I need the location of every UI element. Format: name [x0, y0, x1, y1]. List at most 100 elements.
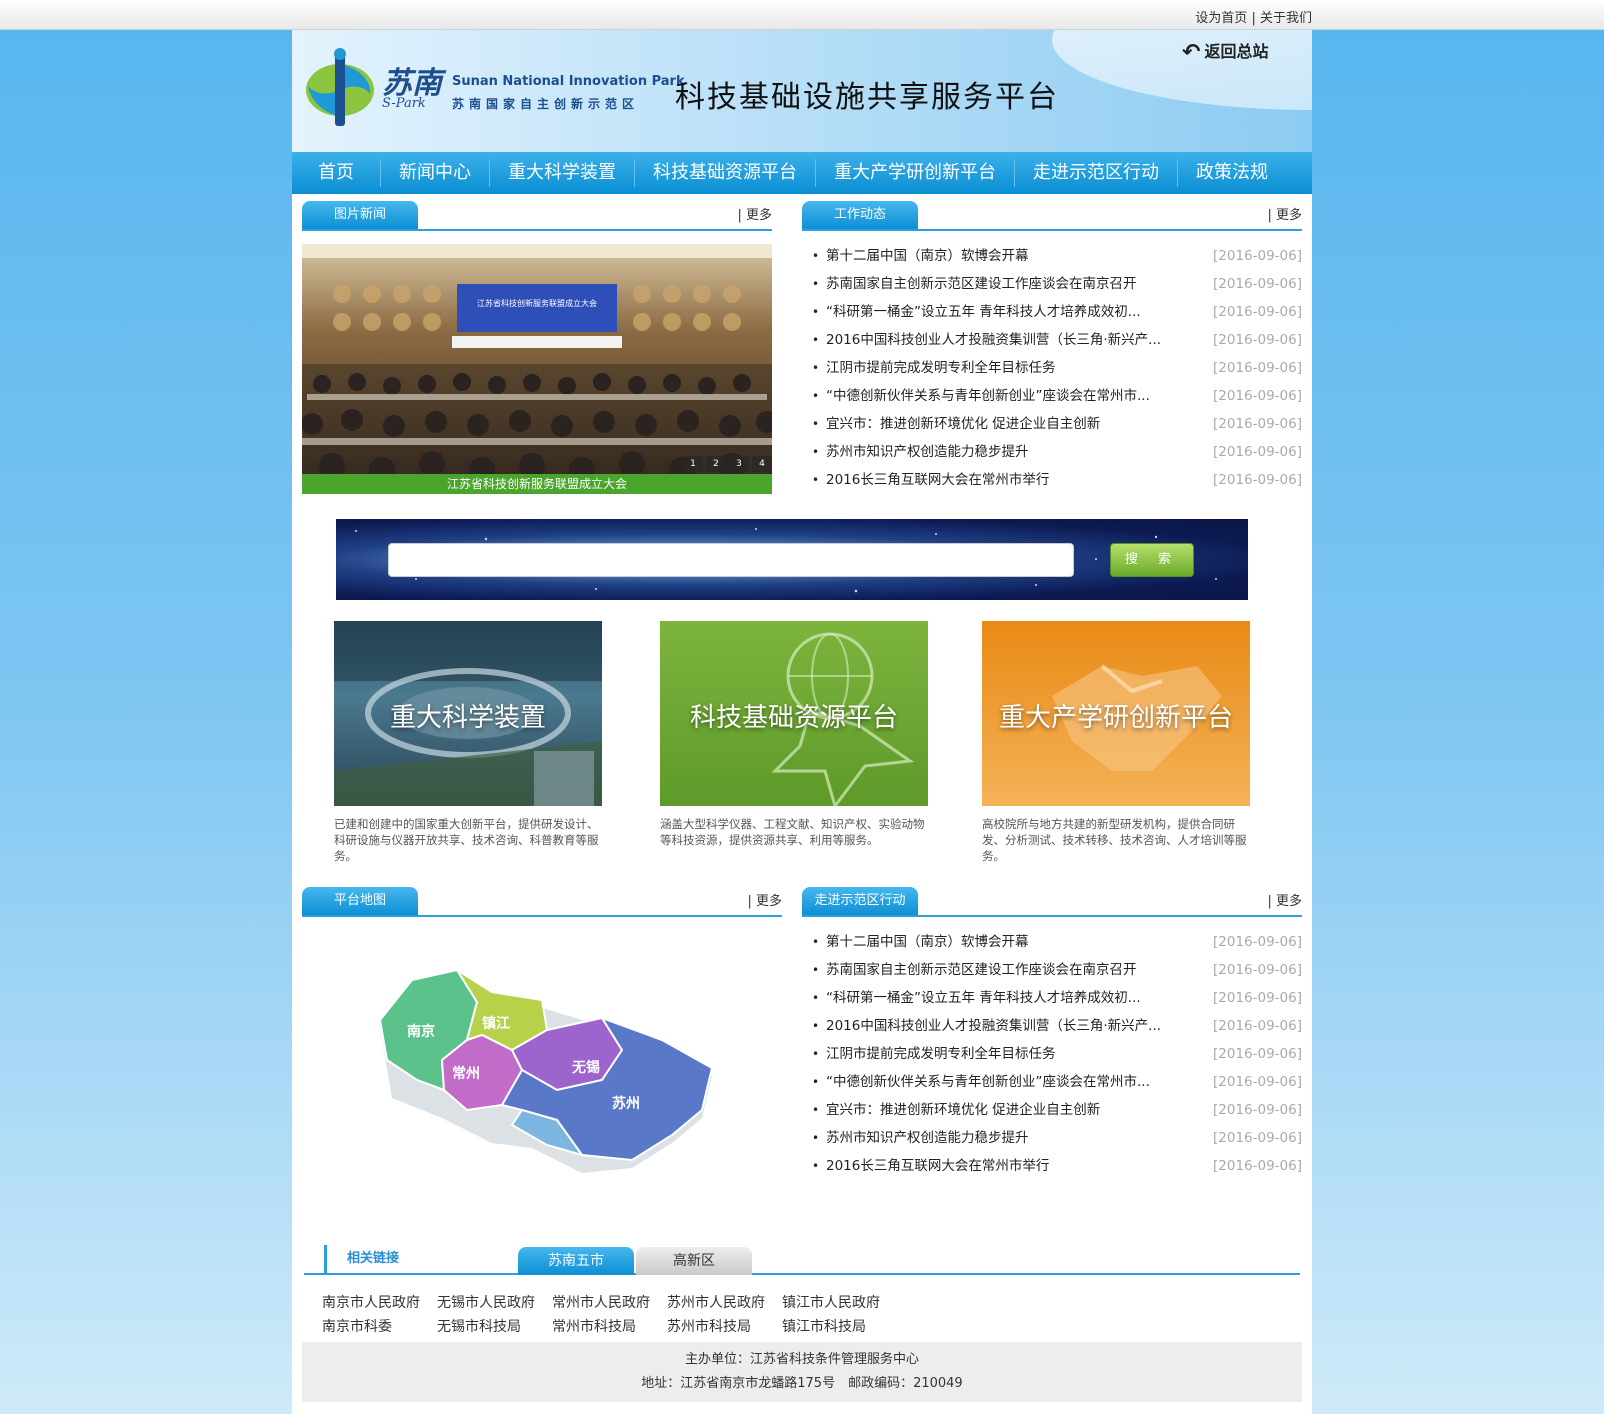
back-label: 返回总站 [1204, 42, 1269, 61]
map-label-suzhou: 苏州 [612, 1095, 640, 1112]
news-date: [2016-09-06] [1213, 360, 1302, 376]
link-suzhou-gov[interactable]: 苏州市人民政府 [667, 1292, 782, 1312]
news-date: [2016-09-06] [1213, 1018, 1302, 1034]
feature-card-innovation-platform[interactable]: 重大产学研创新平台 [982, 621, 1250, 806]
news-title[interactable]: 2016中国科技创业人才投融资集训营（长三角·新兴产... [826, 326, 1176, 354]
link-changzhou-science[interactable]: 常州市科技局 [552, 1316, 667, 1336]
link-nanjing-gov[interactable]: 南京市人民政府 [322, 1292, 437, 1312]
picture-news-header: 图片新闻 | 更多 [302, 201, 772, 231]
work-news-more-link[interactable]: | 更多 [1267, 204, 1302, 223]
nav-demo-zone-action[interactable]: 走进示范区行动 [1015, 159, 1178, 187]
nav-science-facility[interactable]: 重大科学装置 [490, 159, 635, 187]
map-label-zhenjiang: 镇江 [482, 1015, 510, 1032]
platform-map-more-link[interactable]: | 更多 [747, 890, 782, 909]
logo-english: Sunan National Innovation Park [452, 74, 685, 89]
nav-home[interactable]: 首页 [292, 159, 381, 187]
main-nav: 首页 新闻中心 重大科学装置 科技基础资源平台 重大产学研创新平台 走进示范区行… [292, 152, 1312, 194]
nav-resource-platform[interactable]: 科技基础资源平台 [635, 159, 816, 187]
site-header: 苏南 S-Park Sunan National Innovation Park… [292, 30, 1312, 152]
news-date: [2016-09-06] [1213, 1158, 1302, 1174]
feature-card-resource-platform[interactable]: 科技基础资源平台 [660, 621, 928, 806]
action-news-more-link[interactable]: | 更多 [1267, 890, 1302, 909]
news-title[interactable]: 江阴市提前完成发明专利全年目标任务 [826, 1040, 1176, 1068]
nav-innovation-platform[interactable]: 重大产学研创新平台 [816, 159, 1015, 187]
tab-sunan-five-cities[interactable]: 苏南五市 [518, 1247, 634, 1275]
footer-address: 地址：江苏省南京市龙蟠路175号 邮政编码：210049 [641, 1376, 963, 1391]
news-title[interactable]: “中德创新伙伴关系与青年创新创业”座谈会在常州市... [826, 382, 1176, 410]
tab-high-tech-zone[interactable]: 高新区 [636, 1247, 752, 1275]
news-title[interactable]: 宜兴市：推进创新环境优化 促进企业自主创新 [826, 410, 1176, 438]
news-date: [2016-09-06] [1213, 990, 1302, 1006]
news-title[interactable]: “科研第一桶金”设立五年 青年科技人才培养成效初... [826, 984, 1176, 1012]
news-title[interactable]: 宜兴市：推进创新环境优化 促进企业自主创新 [826, 1096, 1176, 1124]
link-wuxi-science[interactable]: 无锡市科技局 [437, 1316, 552, 1336]
news-date: [2016-09-06] [1213, 304, 1302, 320]
back-arrow-icon: ↶ [1182, 40, 1201, 65]
news-date: [2016-09-06] [1213, 416, 1302, 432]
pager-dot-4[interactable]: 4 [752, 456, 772, 472]
pager-dot-3[interactable]: 3 [729, 456, 749, 472]
platform-map-tab[interactable]: 平台地图 [302, 887, 418, 915]
work-news-tab[interactable]: 工作动态 [802, 201, 918, 229]
news-title[interactable]: 苏州市知识产权创造能力稳步提升 [826, 438, 1176, 466]
picture-news-more-link[interactable]: | 更多 [737, 204, 772, 223]
feature-card-label: 重大产学研创新平台 [998, 703, 1233, 733]
news-title[interactable]: 2016长三角互联网大会在常州市举行 [826, 466, 1176, 494]
list-item: “科研第一桶金”设立五年 青年科技人才培养成效初... [2016-09-06] [812, 298, 1302, 326]
news-title[interactable]: 苏南国家自主创新示范区建设工作座谈会在南京召开 [826, 956, 1176, 984]
list-item: 2016长三角互联网大会在常州市举行 [2016-09-06] [812, 466, 1302, 494]
list-item: 江阴市提前完成发明专利全年目标任务 [2016-09-06] [812, 1040, 1302, 1068]
feature-desc: 涵盖大型科学仪器、工程文献、知识产权、实验动物等科技资源，提供资源共享、利用等服… [660, 817, 925, 847]
feature-card-label: 重大科学装置 [389, 703, 546, 733]
list-item: 江阴市提前完成发明专利全年目标任务 [2016-09-06] [812, 354, 1302, 382]
news-title[interactable]: 2016中国科技创业人才投融资集训营（长三角·新兴产... [826, 1012, 1176, 1040]
set-home-link[interactable]: 设为首页 [1195, 11, 1247, 26]
search-input[interactable] [388, 543, 1074, 577]
link-suzhou-science[interactable]: 苏州市科技局 [667, 1316, 782, 1336]
about-link[interactable]: 关于我们 [1260, 11, 1312, 26]
search-banner: 搜 索 [336, 519, 1248, 600]
link-changzhou-gov[interactable]: 常州市人民政府 [552, 1292, 667, 1312]
news-title[interactable]: 江阴市提前完成发明专利全年目标任务 [826, 354, 1176, 382]
nav-policy[interactable]: 政策法规 [1178, 159, 1286, 187]
news-title[interactable]: 第十二届中国（南京）软博会开幕 [826, 242, 1176, 270]
news-title[interactable]: 苏南国家自主创新示范区建设工作座谈会在南京召开 [826, 270, 1176, 298]
link-zhenjiang-science[interactable]: 镇江市科技局 [782, 1316, 897, 1336]
news-title[interactable]: 2016长三角互联网大会在常州市举行 [826, 1152, 1176, 1180]
news-date: [2016-09-06] [1213, 472, 1302, 488]
picture-news-caption[interactable]: 江苏省科技创新服务联盟成立大会 [302, 474, 772, 494]
feature-card-science-facility[interactable]: 重大科学装置 [334, 621, 602, 806]
site-footer: 主办单位：江苏省科技条件管理服务中心 地址：江苏省南京市龙蟠路175号 邮政编码… [302, 1342, 1302, 1402]
work-news-list: 第十二届中国（南京）软博会开幕 [2016-09-06] 苏南国家自主创新示范区建… [812, 242, 1302, 494]
top-bar: 设为首页 | 关于我们 [0, 0, 1604, 30]
news-title[interactable]: “中德创新伙伴关系与青年创新创业”座谈会在常州市... [826, 1068, 1176, 1096]
map-label-nanjing: 南京 [407, 1023, 435, 1040]
list-item: 宜兴市：推进创新环境优化 促进企业自主创新 [2016-09-06] [812, 410, 1302, 438]
list-item: “科研第一桶金”设立五年 青年科技人才培养成效初... [2016-09-06] [812, 984, 1302, 1012]
links-row-government: 南京市人民政府 无锡市人民政府 常州市人民政府 苏州市人民政府 镇江市人民政府 [322, 1292, 897, 1312]
list-item: 苏南国家自主创新示范区建设工作座谈会在南京召开 [2016-09-06] [812, 956, 1302, 984]
link-wuxi-gov[interactable]: 无锡市人民政府 [437, 1292, 552, 1312]
search-button[interactable]: 搜 索 [1110, 543, 1194, 577]
news-date: [2016-09-06] [1213, 1046, 1302, 1062]
link-nanjing-science[interactable]: 南京市科委 [322, 1316, 437, 1336]
site-title: 科技基础设施共享服务平台 [675, 80, 1059, 115]
news-title[interactable]: 苏州市知识产权创造能力稳步提升 [826, 1124, 1176, 1152]
feature-desc: 已建和创建中的国家重大创新平台，提供研发设计、科研设施与仪器开放共享、技术咨询、… [334, 817, 599, 863]
news-title[interactable]: 第十二届中国（南京）软博会开幕 [826, 928, 1176, 956]
picture-news-tab[interactable]: 图片新闻 [302, 201, 418, 229]
back-to-main-button[interactable]: ↶ 返回总站 [1182, 38, 1268, 65]
action-news-tab[interactable]: 走进示范区行动 [802, 887, 918, 915]
links-row-science: 南京市科委 无锡市科技局 常州市科技局 苏州市科技局 镇江市科技局 [322, 1316, 897, 1336]
list-item: 宜兴市：推进创新环境优化 促进企业自主创新 [2016-09-06] [812, 1096, 1302, 1124]
related-links-header: 相关链接 苏南五市 高新区 [304, 1243, 1300, 1275]
list-item: 苏州市知识产权创造能力稳步提升 [2016-09-06] [812, 1124, 1302, 1152]
news-date: [2016-09-06] [1213, 962, 1302, 978]
news-date: [2016-09-06] [1213, 248, 1302, 264]
nav-news-center[interactable]: 新闻中心 [381, 159, 490, 187]
link-zhenjiang-gov[interactable]: 镇江市人民政府 [782, 1292, 897, 1312]
pager-dot-1[interactable]: 1 [683, 456, 703, 472]
logo-spark: S-Park [382, 96, 426, 111]
news-title[interactable]: “科研第一桶金”设立五年 青年科技人才培养成效初... [826, 298, 1176, 326]
pager-dot-2[interactable]: 2 [706, 456, 726, 472]
